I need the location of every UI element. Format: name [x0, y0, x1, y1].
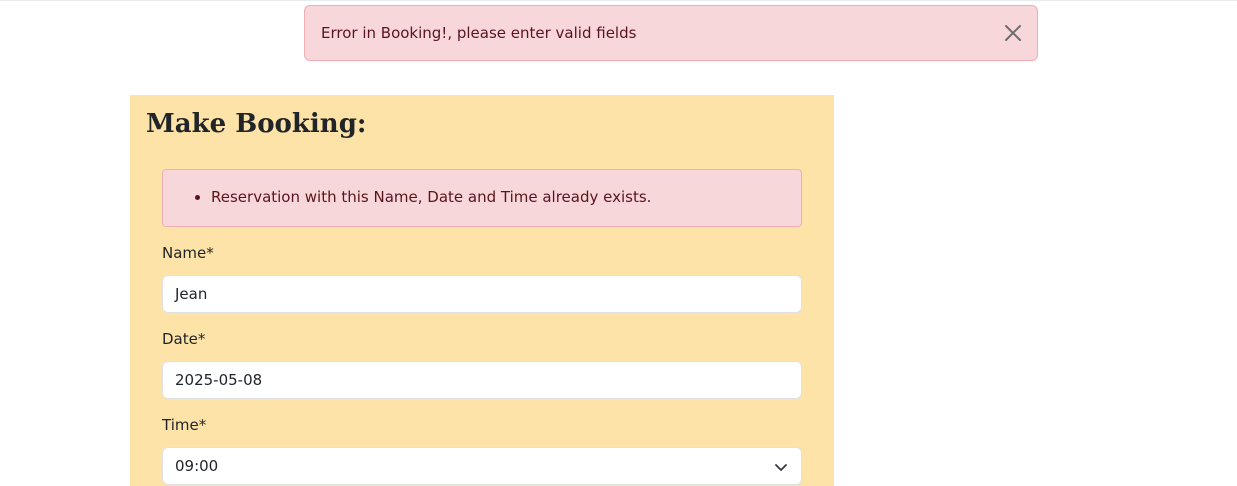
- form-error-list: Reservation with this Name, Date and Tim…: [162, 169, 802, 227]
- error-alert: Error in Booking!, please enter valid fi…: [304, 5, 1038, 61]
- close-icon[interactable]: [1003, 23, 1023, 43]
- form-error-item: Reservation with this Name, Date and Tim…: [211, 186, 801, 208]
- top-divider: [0, 0, 1237, 1]
- date-input-value: 2025-05-08: [175, 371, 263, 389]
- name-input[interactable]: Jean: [162, 275, 802, 313]
- name-label: Name*: [162, 244, 214, 262]
- booking-form-card: Make Booking: Reservation with this Name…: [130, 95, 834, 486]
- name-input-value: Jean: [175, 285, 208, 303]
- alert-message: Error in Booking!, please enter valid fi…: [321, 24, 637, 42]
- form-title: Make Booking:: [146, 109, 367, 139]
- time-select[interactable]: 09:00: [162, 447, 802, 485]
- date-label: Date*: [162, 330, 206, 348]
- time-label: Time*: [162, 416, 207, 434]
- chevron-down-icon: [775, 461, 787, 473]
- date-input[interactable]: 2025-05-08: [162, 361, 802, 399]
- time-select-value: 09:00: [175, 457, 219, 475]
